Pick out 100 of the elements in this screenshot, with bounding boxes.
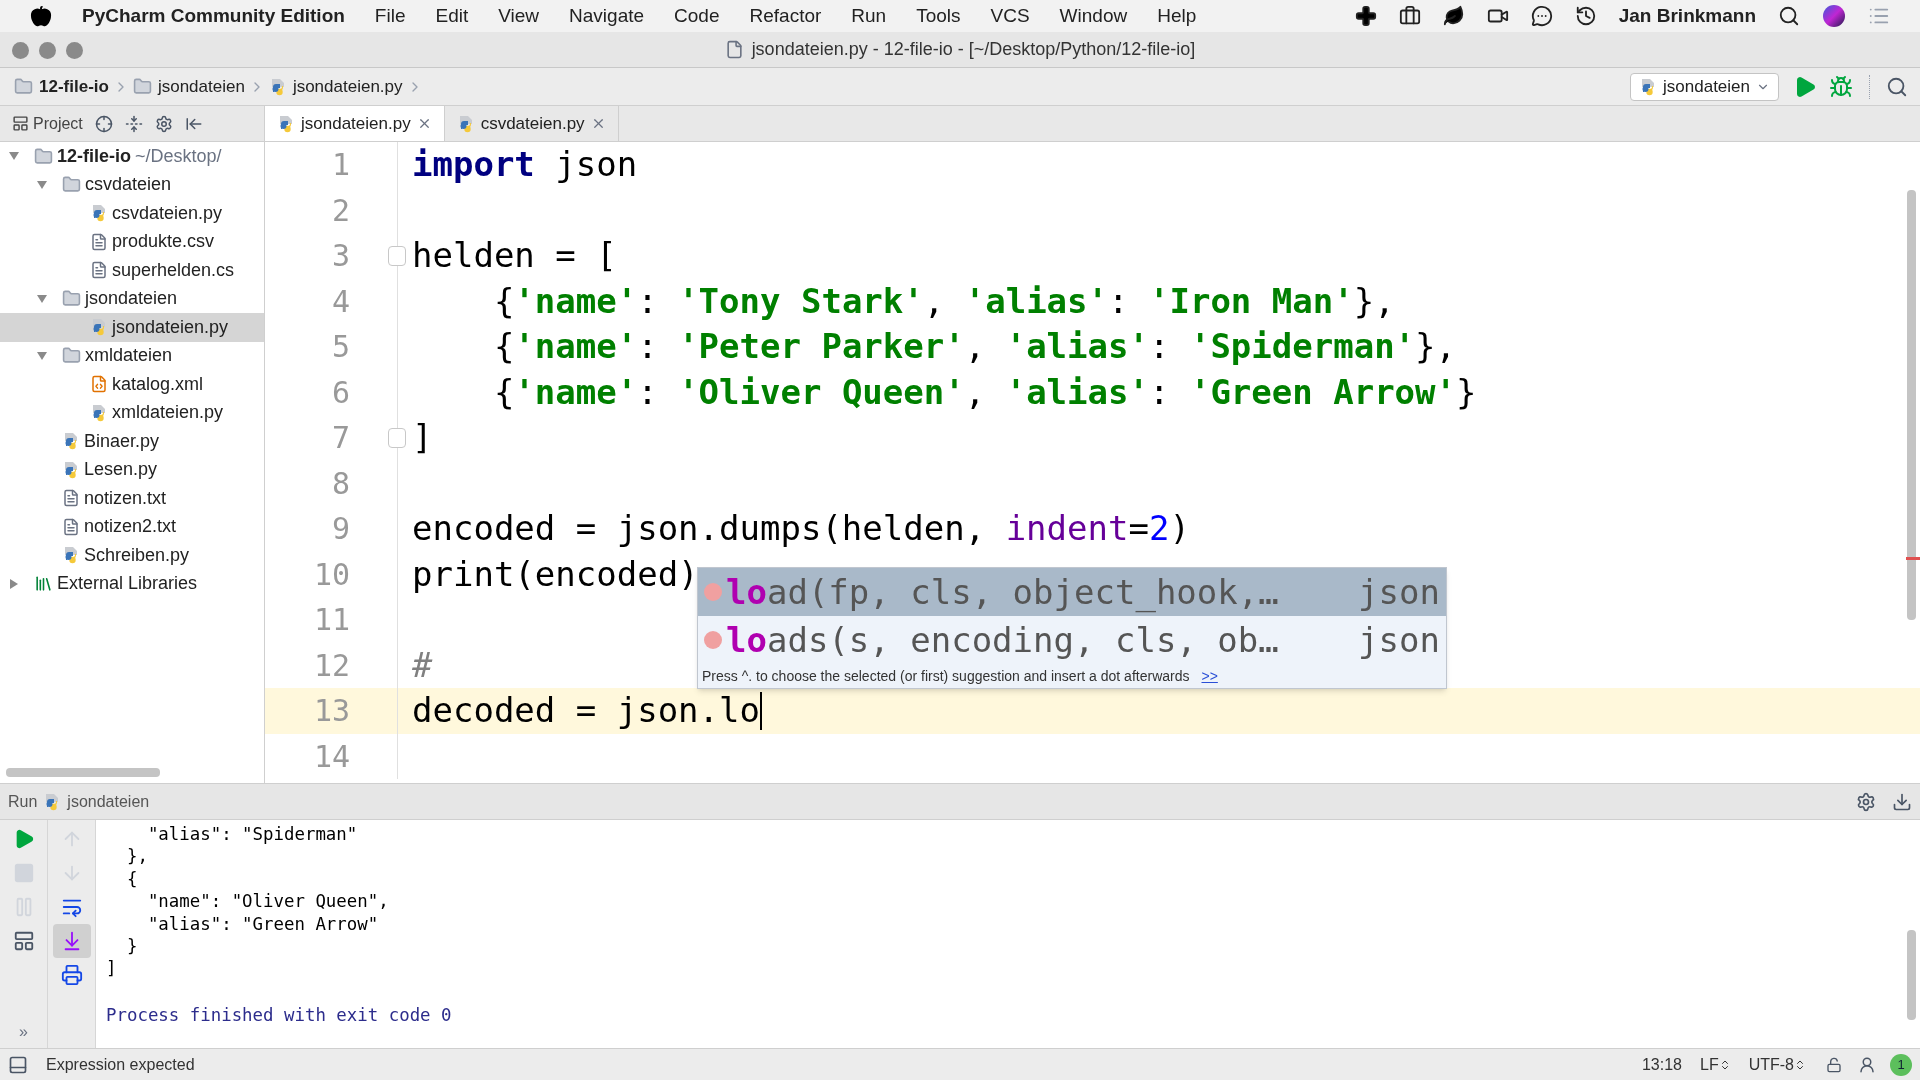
code-token: 'name' xyxy=(514,325,638,369)
menu-item[interactable]: View xyxy=(498,1,540,31)
assistant-orb-icon[interactable] xyxy=(1822,4,1846,28)
user-name[interactable]: Jan Brinkmann xyxy=(1618,1,1756,31)
scrollbar[interactable] xyxy=(1907,930,1916,1020)
tree-row[interactable]: Schreiben.py xyxy=(0,541,264,570)
menu-item[interactable]: Window xyxy=(1059,1,1128,31)
scrollbar[interactable] xyxy=(1907,190,1916,620)
tree-row[interactable]: katalog.xml xyxy=(0,370,264,399)
tab-label: jsondateien.py xyxy=(301,112,411,135)
tree-row[interactable]: 12-file-io ~/Desktop/ xyxy=(0,142,264,171)
tree-row[interactable]: Binaer.py xyxy=(0,427,264,456)
menu-item[interactable]: Code xyxy=(674,1,720,31)
code-token: print(encoded) xyxy=(412,552,699,596)
library-icon xyxy=(34,574,53,594)
cursor-position[interactable]: 13:18 xyxy=(1641,1052,1682,1077)
tree-row[interactable]: superhelden.cs xyxy=(0,256,264,285)
tree-item-label: superhelden.cs xyxy=(112,258,235,282)
settings-icon[interactable] xyxy=(154,114,173,133)
search-icon[interactable] xyxy=(1778,5,1800,27)
tree-row[interactable]: notizen.txt xyxy=(0,484,264,513)
leaf-icon[interactable] xyxy=(1442,5,1465,27)
zoom-window-button[interactable] xyxy=(66,42,83,59)
menu-item[interactable]: Tools xyxy=(916,1,961,31)
project-view-button[interactable]: Project xyxy=(12,111,83,136)
line-separator-selector[interactable]: LF xyxy=(1700,1052,1731,1077)
tree-row[interactable]: notizen2.txt xyxy=(0,512,264,541)
more-tools-button[interactable]: » xyxy=(19,1020,28,1044)
expand-arrow-icon[interactable] xyxy=(8,577,20,590)
menu-item[interactable]: Run xyxy=(851,1,887,31)
search-icon[interactable] xyxy=(1886,75,1908,98)
code-token: : xyxy=(1148,370,1171,414)
code-token: { xyxy=(492,279,515,323)
run-config-name[interactable]: jsondateien xyxy=(67,789,150,814)
collapse-arrow-icon[interactable] xyxy=(36,178,48,191)
minimize-window-button[interactable] xyxy=(39,42,56,59)
code-token: 'name' xyxy=(514,370,638,414)
breadcrumb-item[interactable]: 12-file-io xyxy=(39,73,109,100)
tree-row[interactable]: produkte.csv xyxy=(0,227,264,256)
line-number: 7 xyxy=(330,419,350,458)
collapse-all-icon[interactable] xyxy=(124,114,143,133)
scrollbar[interactable] xyxy=(6,768,160,777)
breadcrumb-item[interactable]: jsondateien xyxy=(157,73,245,100)
download-icon[interactable] xyxy=(1892,791,1912,812)
tree-item-label: External Libraries xyxy=(57,572,198,596)
line-number: 4 xyxy=(330,282,350,321)
panel-toggle-icon[interactable] xyxy=(8,1054,28,1075)
tree-row[interactable]: jsondateien.py xyxy=(0,313,264,342)
apple-icon[interactable] xyxy=(30,5,52,27)
menu-item[interactable]: VCS xyxy=(990,1,1030,31)
tree-item-path: ~/Desktop/ xyxy=(135,144,222,168)
completion-name: loads(s, encoding, cls, ob… xyxy=(726,618,1279,662)
settings-icon[interactable] xyxy=(1856,791,1876,812)
chat-bubble-icon[interactable] xyxy=(1530,5,1553,27)
scroll-to-end-button[interactable] xyxy=(52,924,91,958)
text-file-icon xyxy=(90,232,108,251)
python-file-icon xyxy=(277,114,295,133)
completion-item[interactable]: loads(s, encoding, cls, ob… json xyxy=(698,616,1446,664)
fold-marker-icon[interactable] xyxy=(388,427,406,448)
menu-item[interactable]: Edit xyxy=(435,1,469,31)
lock-open-icon[interactable] xyxy=(1826,1056,1842,1073)
encoding-selector[interactable]: UTF-8 xyxy=(1748,1052,1806,1077)
folder-icon xyxy=(62,289,81,309)
collapse-arrow-icon[interactable] xyxy=(36,349,48,362)
tree-row[interactable]: xmldateien.py xyxy=(0,398,264,427)
close-window-button[interactable] xyxy=(12,42,29,59)
tree-row[interactable]: Lesen.py xyxy=(0,455,264,484)
inspector-icon[interactable] xyxy=(1858,1055,1876,1074)
completion-item[interactable]: load(fp, cls, object_hook,… json xyxy=(698,568,1446,616)
python-file-icon xyxy=(90,318,108,337)
tree-row[interactable]: External Libraries xyxy=(0,569,264,598)
menu-item[interactable]: Refactor xyxy=(749,1,822,31)
fold-marker-icon[interactable] xyxy=(388,245,406,266)
tree-row[interactable]: csvdateien xyxy=(0,170,264,199)
menu-item[interactable]: Help xyxy=(1157,1,1197,31)
history-icon[interactable] xyxy=(1574,5,1597,27)
collapse-arrow-icon[interactable] xyxy=(36,292,48,305)
hint-link[interactable]: >> xyxy=(1201,665,1218,687)
breadcrumb-item[interactable]: jsondateien.py xyxy=(292,73,403,100)
menu-item[interactable]: Navigate xyxy=(569,1,645,31)
run-panel-title[interactable]: Run xyxy=(8,789,38,814)
line-number: 6 xyxy=(330,373,350,412)
code-token: , xyxy=(964,325,987,369)
editor-tab[interactable]: jsondateien.py xyxy=(265,106,445,141)
cross-icon[interactable] xyxy=(1354,5,1377,27)
code-token: , xyxy=(964,370,987,414)
menu-item[interactable]: File xyxy=(374,1,406,31)
text-file-icon xyxy=(62,489,80,508)
debug-icon[interactable] xyxy=(1829,74,1853,99)
tree-row[interactable]: csvdateien.py xyxy=(0,199,264,228)
locate-icon[interactable] xyxy=(94,114,113,133)
run-configuration-dropdown[interactable]: jsondateien xyxy=(1630,72,1779,101)
code-token: 'alias' xyxy=(1005,325,1149,369)
toolbox-icon[interactable] xyxy=(1398,5,1421,27)
tree-row[interactable]: xmldateien xyxy=(0,341,264,370)
tree-row[interactable]: jsondateien xyxy=(0,284,264,313)
code-token: 'Peter Parker' xyxy=(678,325,965,369)
code-token: # xyxy=(412,643,433,687)
notification-badge[interactable]: 1 xyxy=(1890,1053,1912,1076)
app-name[interactable]: PyCharm Community Edition xyxy=(82,1,345,31)
